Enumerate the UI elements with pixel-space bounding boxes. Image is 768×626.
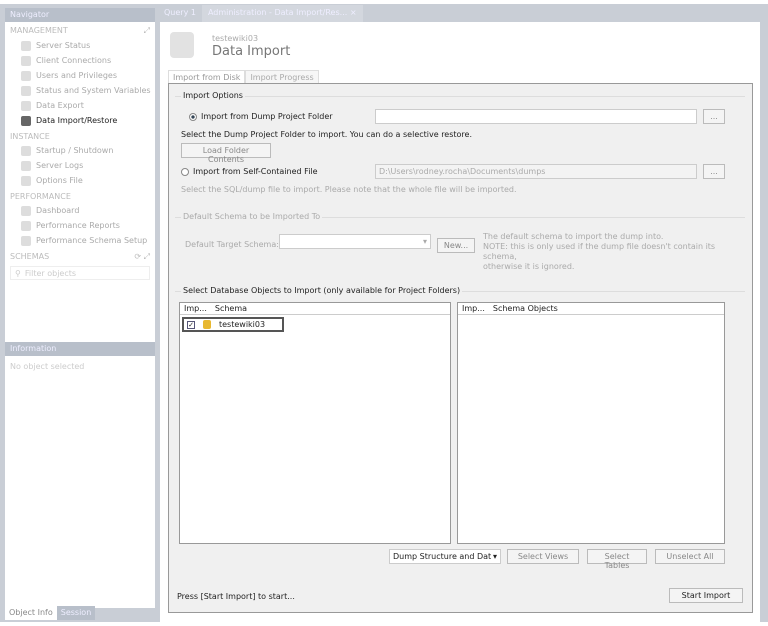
database-icon (203, 320, 211, 329)
expand-icon[interactable]: ⤢ (144, 26, 150, 36)
schema-note: otherwise it is ignored. (483, 262, 575, 271)
sidebar-item-options-file[interactable]: Options File (5, 173, 155, 188)
page-title: Data Import (212, 44, 291, 59)
tab-administration[interactable]: Administration - Data Import/Res... × (201, 5, 363, 22)
import-icon (21, 115, 31, 126)
tab-import-progress[interactable]: Import Progress (245, 70, 319, 84)
browse-file-button[interactable]: ... (703, 164, 725, 179)
checkbox[interactable]: ✓ (187, 320, 195, 329)
schema-note: NOTE: this is only used if the dump file… (483, 242, 716, 261)
gauge-icon (21, 40, 31, 51)
sidebar-item-users-and-privileges[interactable]: Users and Privileges (5, 68, 155, 83)
select-views-button[interactable]: Select Views (507, 549, 579, 564)
browse-folder-button[interactable]: ... (703, 109, 725, 124)
monitor-icon (21, 55, 31, 66)
tab-object-info[interactable]: Object Info (5, 606, 57, 620)
tab-import-from-disk[interactable]: Import from Disk (168, 70, 246, 84)
item-icon (21, 220, 31, 231)
sidebar-item-server-logs[interactable]: Server Logs (5, 158, 155, 173)
information-title: Information (5, 342, 155, 356)
dump-folder-input[interactable] (375, 109, 697, 124)
radio-dump-folder[interactable]: Import from Dump Project Folder (189, 112, 333, 121)
sidebar-item-data-import-restore[interactable]: Data Import/Restore (5, 113, 155, 128)
table-row[interactable]: ✓ testewiki03 (182, 317, 284, 332)
search-icon: ⚲ (15, 269, 21, 278)
schema-objects-list[interactable]: Imp... Schema Objects (457, 302, 725, 544)
navigator-title: Navigator (5, 8, 155, 22)
sidebar-item-performance-schema-setup[interactable]: Performance Schema Setup (5, 233, 155, 248)
section-schemas: SCHEMAS (10, 252, 50, 261)
item-icon (21, 175, 31, 186)
sidebar-item-startup-shutdown[interactable]: Startup / Shutdown (5, 143, 155, 158)
tab-query-1[interactable]: Query 1 (158, 5, 202, 22)
schema-note: The default schema to import the dump in… (483, 232, 664, 241)
schema-list[interactable]: Imp... Schema ✓ testewiki03 (179, 302, 451, 544)
sidebar-item-client-connections[interactable]: Client Connections (5, 53, 155, 68)
item-icon (21, 160, 31, 171)
no-object-text: No object selected (10, 362, 85, 371)
default-schema-label: Default Schema to be Imported To (181, 212, 323, 221)
user-icon (21, 70, 31, 81)
variables-icon (21, 85, 31, 96)
close-icon[interactable]: × (350, 8, 357, 17)
status-text: Press [Start Import] to start... (177, 592, 295, 601)
import-options-label: Import Options (181, 91, 245, 100)
connection-name: testewiki03 (212, 34, 259, 43)
item-icon (21, 235, 31, 246)
file-hint: Select the SQL/dump file to import. Plea… (181, 185, 517, 194)
radio-self-contained-file[interactable]: Import from Self-Contained File (181, 167, 318, 176)
tab-session[interactable]: Session (56, 606, 96, 620)
chevron-down-icon: ▾ (422, 237, 427, 246)
start-import-button[interactable]: Start Import (669, 588, 743, 603)
unselect-all-button[interactable]: Unselect All (655, 549, 725, 564)
item-icon (21, 145, 31, 156)
section-management: MANAGEMENT (10, 26, 68, 35)
refresh-icon[interactable]: ⟳ ⤢ (134, 252, 150, 262)
item-icon (21, 205, 31, 216)
sidebar-item-dashboard[interactable]: Dashboard (5, 203, 155, 218)
sidebar-item-server-status[interactable]: Server Status (5, 38, 155, 53)
section-instance: INSTANCE (10, 132, 50, 141)
select-tables-button[interactable]: Select Tables (587, 549, 647, 570)
file-path-input[interactable]: D:\Users\rodney.rocha\Documents\dumps (375, 164, 697, 179)
folder-hint: Select the Dump Project Folder to import… (181, 130, 473, 139)
export-icon (21, 100, 31, 111)
target-schema-select[interactable]: ▾ (279, 234, 431, 249)
new-schema-button[interactable]: New... (437, 238, 475, 253)
sidebar-item-status-and-system-variables[interactable]: Status and System Variables (5, 83, 155, 98)
objects-label: Select Database Objects to Import (only … (181, 286, 463, 295)
sidebar-item-data-export[interactable]: Data Export (5, 98, 155, 113)
information-panel: Information No object selected (5, 342, 155, 604)
dump-type-select[interactable]: Dump Structure and Dat ▾ (389, 549, 501, 564)
sidebar-item-performance-reports[interactable]: Performance Reports (5, 218, 155, 233)
target-schema-label: Default Target Schema: (185, 240, 279, 249)
section-performance: PERFORMANCE (10, 192, 71, 201)
load-folder-contents-button[interactable]: Load Folder Contents (181, 143, 271, 164)
import-icon (170, 32, 194, 58)
main-panel: testewiki03 Data Import Import from Disk… (160, 22, 760, 622)
filter-objects-input[interactable]: ⚲ Filter objects (10, 266, 150, 280)
